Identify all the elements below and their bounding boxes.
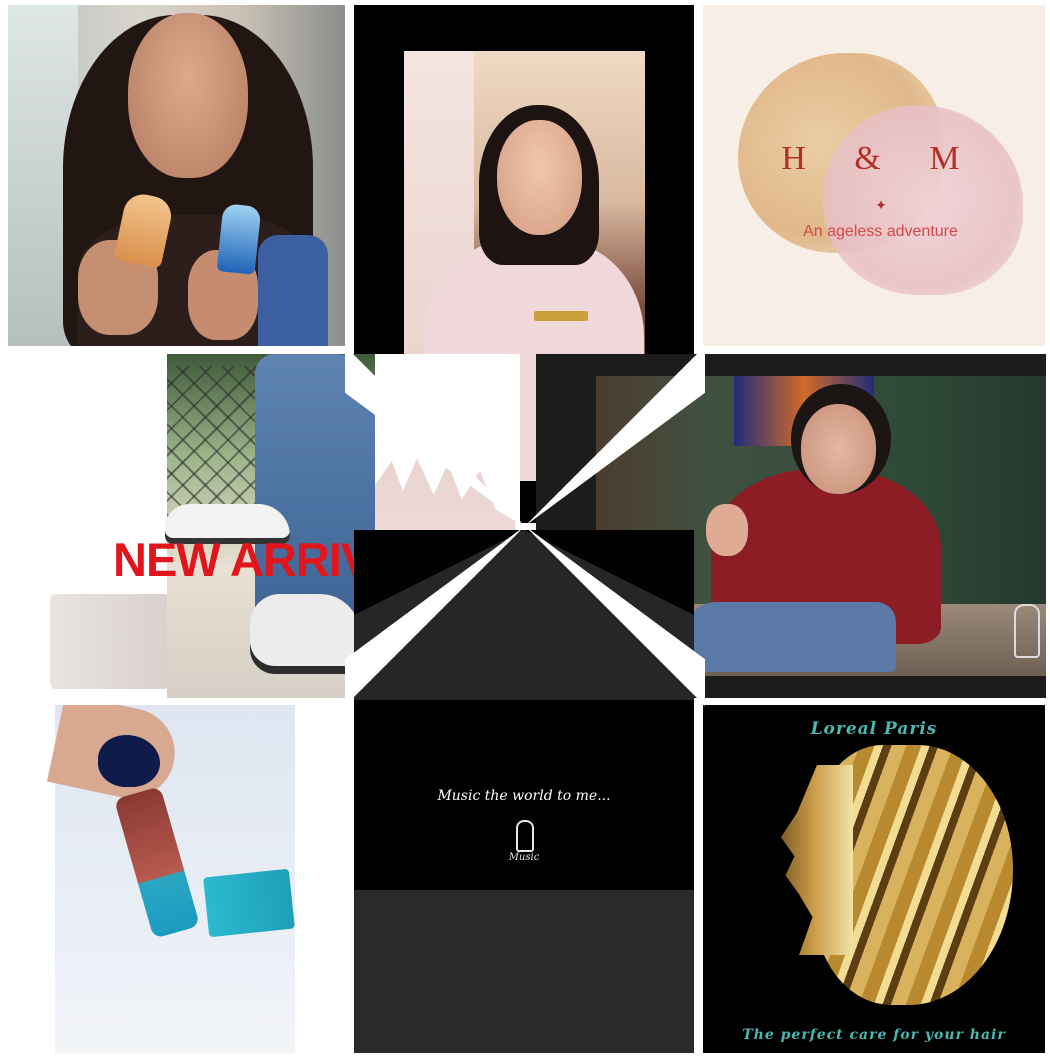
shirt-logo xyxy=(534,311,588,321)
person-face xyxy=(128,13,248,178)
tile-hm-brand: H & M ✦ An ageless adventure xyxy=(703,5,1045,346)
microphone-icon xyxy=(516,820,534,852)
face-silhouette xyxy=(781,765,853,955)
hm-title: H & M xyxy=(781,140,980,177)
brush-stroke xyxy=(50,594,170,689)
product-box xyxy=(203,868,295,938)
sparkle-icon: ✦ xyxy=(875,197,887,213)
tile-loreal: Loreal Paris The perfect care for your h… xyxy=(703,705,1045,1053)
tile-lipstick-vlog xyxy=(8,5,345,346)
blue-lip-balm xyxy=(216,203,262,275)
tile-nail-polish xyxy=(8,705,345,1053)
music-tagline: Music the world to me... xyxy=(437,788,611,804)
person-shirt xyxy=(258,235,328,346)
gesturing-hand xyxy=(706,504,748,556)
person-face xyxy=(497,120,582,235)
loreal-subtitle: The perfect care for your hair xyxy=(742,1027,1006,1043)
music-logo-text: Music xyxy=(508,852,540,863)
watercolor-blob-pink xyxy=(823,105,1023,295)
loreal-title: Loreal Paris xyxy=(810,719,938,739)
jeans xyxy=(686,602,896,672)
sneaker-right xyxy=(250,594,360,674)
hm-subtitle: An ageless adventure xyxy=(803,223,958,240)
grey-panel-bottom xyxy=(354,890,694,1053)
tile-music: Music the world to me... Music xyxy=(354,530,694,1053)
microphone-icon xyxy=(1014,604,1040,658)
person-face xyxy=(801,404,876,494)
